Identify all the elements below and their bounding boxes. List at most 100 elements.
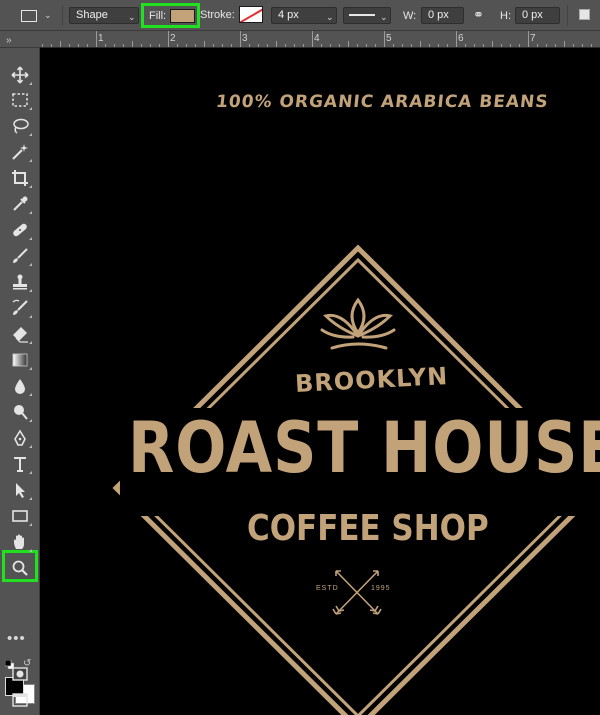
tool-preset-picker[interactable] [13, 7, 39, 25]
height-field[interactable]: 0 px [515, 7, 560, 24]
blur-tool[interactable] [7, 375, 33, 397]
chevron-down-icon: ⌄ [128, 12, 136, 22]
ruler-tick [321, 44, 322, 47]
ruler-tick [483, 44, 484, 47]
healing-brush-tool[interactable] [7, 219, 33, 241]
ruler-tick [420, 41, 421, 47]
ruler-tick [366, 44, 367, 47]
ruler-tick [573, 44, 574, 47]
ruler-label: 6 [458, 33, 464, 44]
brush-tool[interactable] [7, 245, 33, 267]
ruler-tick [510, 44, 511, 47]
ruler-tick [348, 41, 349, 47]
ruler-tick [276, 41, 277, 47]
estd-year: 1995 [371, 585, 391, 592]
eyedropper-icon [13, 196, 28, 211]
marquee-icon [12, 93, 28, 107]
width-value: 0 px [428, 9, 449, 21]
move-icon [11, 66, 29, 84]
ruler-tick [402, 44, 403, 47]
ruler-tick [195, 44, 196, 47]
link-icon[interactable]: ⚭ [473, 7, 484, 23]
arrow-icon [16, 483, 25, 498]
ruler-tick [285, 44, 286, 47]
type-tool[interactable] [7, 453, 33, 475]
screen-mode-button[interactable] [7, 689, 33, 711]
tool-mode-select[interactable]: Shape ⌄ [69, 7, 139, 24]
chevron-down-icon: ⌄ [380, 12, 388, 22]
fill-label: Fill: [149, 10, 167, 22]
gradient-icon [12, 353, 28, 367]
quick-mask-button[interactable] [7, 663, 33, 685]
zoom-icon [12, 560, 28, 576]
stroke-color-swatch[interactable] [239, 6, 263, 23]
eyedropper-tool[interactable] [7, 193, 33, 215]
eraser-tool[interactable] [7, 323, 33, 345]
ruler-label: 2 [170, 33, 176, 44]
lasso-tool[interactable] [7, 115, 33, 137]
move-tool[interactable] [7, 64, 33, 86]
crossed-arrows-icon [332, 570, 382, 615]
document-canvas[interactable]: 100% ORGANIC ARABICA BEANS BROOKLYN ROAS… [40, 48, 600, 715]
history-brush-icon [12, 299, 28, 315]
ruler-tick [258, 44, 259, 47]
rectangle-tool[interactable] [7, 505, 33, 527]
magic-wand-icon [12, 144, 28, 160]
ruler-tick [519, 44, 520, 47]
rectangle-icon [12, 510, 28, 522]
height-label: H: [500, 10, 511, 22]
ruler-tick [168, 31, 169, 47]
ruler-tick [537, 44, 538, 47]
more-tools-icon[interactable]: ••• [7, 630, 26, 647]
ruler-tick [582, 44, 583, 47]
chevron-down-icon[interactable]: ⌄ [326, 10, 334, 25]
pen-tool[interactable] [7, 427, 33, 449]
ruler-label: 7 [530, 33, 536, 44]
ruler-tick [339, 44, 340, 47]
horizontal-ruler[interactable]: 1 2 3 4 5 6 7 [40, 31, 600, 48]
ruler-tick [78, 44, 79, 47]
drop-icon [15, 379, 25, 394]
collapse-panel-icon[interactable]: » [6, 33, 12, 49]
width-field[interactable]: 0 px [421, 7, 464, 24]
chevron-down-icon[interactable]: ⌄ [44, 10, 52, 21]
stroke-type-select[interactable]: ⌄ [343, 7, 391, 24]
hand-tool[interactable] [7, 531, 33, 553]
rectangular-marquee-tool[interactable] [7, 89, 33, 111]
tagline-text: 100% ORGANIC ARABICA BEANS [214, 92, 550, 112]
options-bar: ⌄ Shape ⌄ Fill: Stroke: 4 px ⌄ ⌄ W: 0 px… [0, 0, 600, 31]
ruler-tick [114, 44, 115, 47]
fill-control[interactable]: Fill: [141, 3, 200, 28]
ruler-tick [177, 44, 178, 47]
ruler-tick [357, 44, 358, 47]
zoom-tool[interactable] [7, 557, 33, 579]
clone-stamp-tool[interactable] [7, 271, 33, 293]
ruler-tick [438, 44, 439, 47]
ruler-label: 1 [98, 33, 104, 44]
leaf-emblem [320, 297, 396, 350]
magic-wand-tool[interactable] [7, 141, 33, 163]
ruler-tick [87, 44, 88, 47]
type-icon [14, 457, 26, 472]
ruler-tick [222, 44, 223, 47]
fill-color-swatch[interactable] [170, 9, 195, 23]
ruler-tick [141, 44, 142, 47]
path-selection-tool[interactable] [7, 479, 33, 501]
bandage-icon [13, 223, 27, 237]
ruler-tick [393, 44, 394, 47]
ruler-tick [132, 41, 133, 47]
no-color-slash-icon [240, 7, 262, 22]
gradient-tool[interactable] [7, 349, 33, 371]
crop-icon [12, 170, 28, 186]
height-value: 0 px [522, 9, 543, 21]
stroke-width-field[interactable]: 4 px ⌄ [271, 7, 337, 24]
ruler-tick [501, 44, 502, 47]
history-brush-tool[interactable] [7, 297, 33, 319]
brush-icon [13, 248, 28, 263]
ruler-tick [429, 44, 430, 47]
dodge-tool[interactable] [7, 401, 33, 423]
tools-panel: ••• ↺ [0, 48, 40, 715]
crop-tool[interactable] [7, 167, 33, 189]
path-operations-icon[interactable] [579, 9, 590, 20]
stroke-label: Stroke: [200, 9, 235, 21]
